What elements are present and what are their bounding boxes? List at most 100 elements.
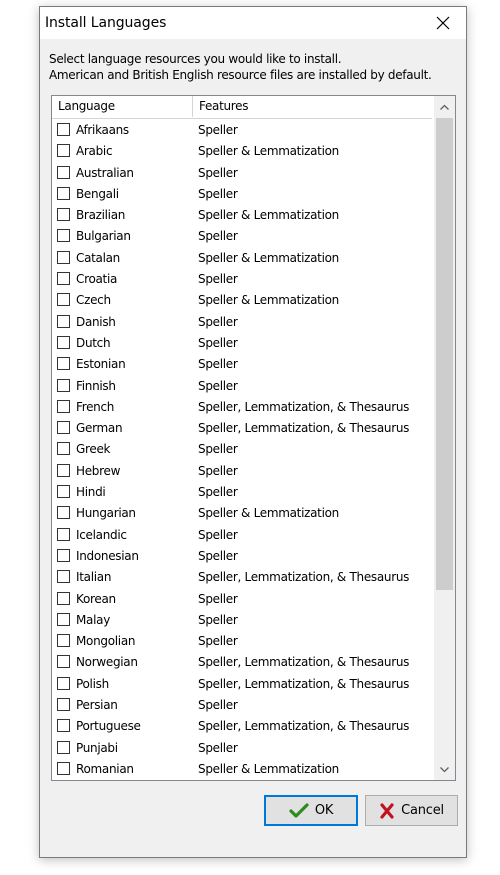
- language-features: Speller: [198, 698, 238, 713]
- list-item[interactable]: Norwegian Speller, Lemmatization, & Thesa…: [52, 652, 432, 673]
- language-name: Norwegian: [76, 655, 138, 670]
- language-checkbox[interactable]: [57, 655, 70, 669]
- list-item[interactable]: Croatia Speller: [52, 269, 432, 290]
- list-item[interactable]: Czech Speller & Lemmatization: [52, 290, 432, 311]
- language-checkbox[interactable]: [57, 676, 70, 690]
- language-name: Brazilian: [76, 208, 126, 223]
- language-checkbox[interactable]: [57, 421, 70, 435]
- language-features: Speller & Lemmatization: [198, 761, 339, 776]
- language-checkbox[interactable]: [57, 612, 70, 626]
- cancel-button[interactable]: Cancel: [365, 795, 458, 826]
- language-checkbox[interactable]: [57, 719, 70, 733]
- list-item[interactable]: Italian Speller, Lemmatization, & Thesaur…: [52, 567, 432, 588]
- language-checkbox[interactable]: [57, 570, 70, 584]
- language-features: Speller & Lemmatization: [198, 293, 339, 308]
- language-checkbox[interactable]: [57, 591, 70, 605]
- language-name: Hebrew: [76, 463, 121, 478]
- language-checkbox[interactable]: [57, 144, 70, 158]
- language-name: Icelandic: [76, 527, 127, 542]
- list-item[interactable]: Korean Speller: [52, 589, 432, 610]
- list-item[interactable]: Bulgarian Speller: [52, 226, 432, 247]
- list-item[interactable]: Afrikaans Speller: [52, 120, 432, 141]
- language-checkbox[interactable]: [57, 399, 70, 413]
- language-name: Bengali: [76, 186, 119, 201]
- language-checkbox[interactable]: [57, 293, 70, 307]
- language-checkbox[interactable]: [57, 527, 70, 541]
- language-checkbox[interactable]: [57, 229, 70, 243]
- scroll-down-button[interactable]: [434, 759, 455, 780]
- language-checkbox[interactable]: [57, 314, 70, 328]
- column-header-features[interactable]: Features: [193, 96, 432, 117]
- language-name: Czech: [76, 293, 111, 308]
- language-checkbox[interactable]: [57, 740, 70, 754]
- language-name: Korean: [76, 591, 116, 606]
- language-checkbox[interactable]: [57, 335, 70, 349]
- language-name: Mongolian: [76, 634, 136, 649]
- list-item[interactable]: Estonian Speller: [52, 354, 432, 375]
- language-features: Speller: [198, 463, 238, 478]
- list-item[interactable]: German Speller, Lemmatization, & Thesauru…: [52, 418, 432, 439]
- list-item[interactable]: Dutch Speller: [52, 333, 432, 354]
- list-item[interactable]: Catalan Speller & Lemmatization: [52, 248, 432, 269]
- close-button[interactable]: [420, 7, 466, 39]
- list-item[interactable]: Bengali Speller: [52, 184, 432, 205]
- language-checkbox[interactable]: [57, 378, 70, 392]
- instructions-line-1: Select language resources you would like…: [49, 52, 342, 66]
- language-checkbox[interactable]: [57, 634, 70, 648]
- language-list[interactable]: Language Features Afrikaans Speller Arabic…: [51, 95, 456, 781]
- language-checkbox[interactable]: [57, 485, 70, 499]
- language-checkbox[interactable]: [57, 123, 70, 136]
- language-features: Speller & Lemmatization: [198, 208, 339, 223]
- language-checkbox[interactable]: [57, 442, 70, 456]
- language-name: Romanian: [76, 761, 134, 776]
- list-item[interactable]: Persian Speller: [52, 695, 432, 716]
- language-features: Speller & Lemmatization: [198, 250, 339, 265]
- list-item[interactable]: Icelandic Speller: [52, 525, 432, 546]
- language-checkbox[interactable]: [57, 548, 70, 562]
- language-features: Speller: [198, 591, 238, 606]
- checkmark-icon: [289, 802, 309, 819]
- ok-button[interactable]: OK: [264, 795, 358, 826]
- list-item[interactable]: Punjabi Speller: [52, 738, 432, 759]
- language-name: Italian: [76, 570, 112, 585]
- list-item[interactable]: Romanian Speller & Lemmatization: [52, 759, 432, 780]
- ok-button-label: OK: [314, 803, 334, 818]
- scrollbar-thumb[interactable]: [436, 118, 453, 590]
- language-checkbox[interactable]: [57, 208, 70, 222]
- list-item[interactable]: French Speller, Lemmatization, & Thesauru…: [52, 397, 432, 418]
- language-checkbox[interactable]: [57, 272, 70, 286]
- x-mark-icon: [379, 802, 395, 819]
- list-item[interactable]: Hebrew Speller: [52, 461, 432, 482]
- list-item[interactable]: Portuguese Speller, Lemmatization, & Thes…: [52, 716, 432, 737]
- list-item[interactable]: Greek Speller: [52, 439, 432, 460]
- language-checkbox[interactable]: [57, 250, 70, 264]
- list-item[interactable]: Hindi Speller: [52, 482, 432, 503]
- language-checkbox[interactable]: [57, 186, 70, 200]
- column-header-language[interactable]: Language: [52, 96, 193, 117]
- list-item[interactable]: Hungarian Speller & Lemmatization: [52, 503, 432, 524]
- language-features: Speller: [198, 548, 238, 563]
- list-item[interactable]: Arabic Speller & Lemmatization: [52, 141, 432, 162]
- language-features: Speller: [198, 123, 238, 137]
- language-checkbox[interactable]: [57, 463, 70, 477]
- language-checkbox[interactable]: [57, 357, 70, 371]
- title-bar: Install Languages: [40, 7, 466, 39]
- list-item[interactable]: Brazilian Speller & Lemmatization: [52, 205, 432, 226]
- list-item[interactable]: Polish Speller, Lemmatization, & Thesauru…: [52, 674, 432, 695]
- list-item[interactable]: Indonesian Speller: [52, 546, 432, 567]
- scroll-up-button[interactable]: [434, 96, 455, 117]
- language-checkbox[interactable]: [57, 165, 70, 179]
- list-item[interactable]: Danish Speller: [52, 312, 432, 333]
- language-checkbox[interactable]: [57, 761, 70, 775]
- vertical-scrollbar[interactable]: [434, 96, 455, 780]
- language-name: Dutch: [76, 335, 111, 350]
- list-item[interactable]: Malay Speller: [52, 610, 432, 631]
- list-item[interactable]: Finnish Speller: [52, 376, 432, 397]
- language-name: Indonesian: [76, 548, 139, 563]
- instructions-line-2: American and British English resource fi…: [49, 68, 432, 82]
- language-checkbox[interactable]: [57, 506, 70, 520]
- list-item[interactable]: Australian Speller: [52, 163, 432, 184]
- language-checkbox[interactable]: [57, 698, 70, 712]
- language-name: Croatia: [76, 272, 118, 287]
- list-item[interactable]: Mongolian Speller: [52, 631, 432, 652]
